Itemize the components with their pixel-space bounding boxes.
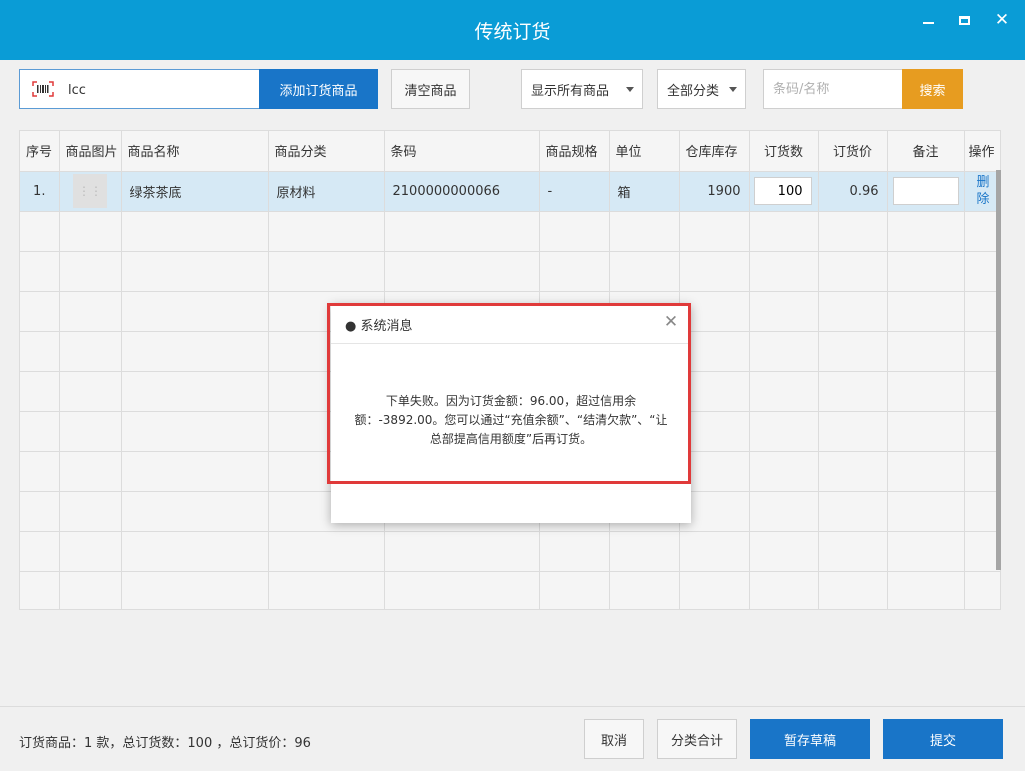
- maximize-button[interactable]: [954, 10, 974, 30]
- chevron-down-icon: [626, 87, 634, 92]
- table-scrollbar[interactable]: [996, 170, 1001, 570]
- row-index: 1.: [20, 171, 60, 212]
- row-qty-cell: [749, 171, 819, 212]
- col-header-spec: 商品规格: [539, 131, 610, 172]
- submit-button[interactable]: 提交: [883, 719, 1003, 759]
- minimize-icon: [922, 22, 934, 24]
- col-header-index: 序号: [20, 131, 60, 172]
- dialog-close-icon[interactable]: ✕: [663, 314, 679, 331]
- search-input[interactable]: [763, 69, 903, 109]
- row-name: 绿茶茶底: [121, 171, 269, 212]
- row-stock: 1900: [679, 171, 750, 212]
- category-filter-select[interactable]: 全部分类: [657, 69, 746, 109]
- row-unit: 箱: [609, 171, 680, 212]
- show-filter-value: 显示所有商品: [531, 83, 610, 99]
- close-window-button[interactable]: ✕: [992, 10, 1012, 30]
- system-message-dialog: ● 系统消息 ✕ 下单失败。因为订货金额：96.00，超过信用余额：-3892.…: [331, 304, 691, 523]
- delete-link[interactable]: 删除: [977, 174, 991, 208]
- table-row: [20, 571, 1000, 609]
- row-image-cell: ⋮⋮: [59, 171, 122, 212]
- col-header-qty: 订货数: [749, 131, 819, 172]
- table-row: [20, 251, 1000, 292]
- table-row: [20, 211, 1000, 252]
- title-bar: 传统订货 ✕: [0, 0, 1025, 60]
- clear-items-button[interactable]: 清空商品: [391, 69, 470, 109]
- order-qty-input[interactable]: [753, 177, 812, 205]
- dialog-message: 下单失败。因为订货金额：96.00，超过信用余额：-3892.00。您可以通过“…: [354, 394, 668, 446]
- table-row: [20, 531, 1000, 572]
- cancel-button[interactable]: 取消: [584, 719, 644, 759]
- dialog-title: ● 系统消息: [345, 319, 413, 334]
- col-header-name: 商品名称: [121, 131, 269, 172]
- barcode-scan-icon: [32, 81, 54, 97]
- row-category: 原材料: [268, 171, 385, 212]
- barcode-scan-box[interactable]: [19, 69, 259, 109]
- save-draft-button[interactable]: 暂存草稿: [750, 719, 870, 759]
- col-header-image: 商品图片: [59, 131, 122, 172]
- col-header-price: 订货价: [818, 131, 888, 172]
- show-filter-select[interactable]: 显示所有商品: [521, 69, 643, 109]
- minimize-button[interactable]: [918, 10, 938, 30]
- category-total-button[interactable]: 分类合计: [657, 719, 737, 759]
- col-header-category: 商品分类: [268, 131, 385, 172]
- row-barcode: 2100000000066: [384, 171, 540, 212]
- footer-bar: 订货商品：1 款，总订货数：100 ，总订货价：96 取消 分类合计 暂存草稿 …: [0, 706, 1025, 771]
- order-summary: 订货商品：1 款，总订货数：100 ，总订货价：96: [19, 736, 311, 751]
- note-input[interactable]: [892, 177, 959, 205]
- table-header-row: 序号 商品图片 商品名称 商品分类 条码 商品规格 单位 仓库库存 订货数 订货…: [20, 131, 1000, 172]
- add-order-item-button[interactable]: 添加订货商品: [259, 69, 378, 109]
- dialog-header: ● 系统消息 ✕: [331, 304, 691, 344]
- window-title: 传统订货: [474, 21, 551, 43]
- col-header-barcode: 条码: [384, 131, 540, 172]
- col-header-note: 备注: [887, 131, 965, 172]
- row-spec: -: [539, 171, 610, 212]
- barcode-scan-input[interactable]: [68, 80, 248, 100]
- category-filter-value: 全部分类: [667, 83, 720, 99]
- maximize-icon: [958, 15, 970, 25]
- product-image-placeholder-icon: ⋮⋮: [73, 174, 107, 208]
- col-header-stock: 仓库库存: [679, 131, 750, 172]
- row-price: 0.96: [818, 171, 888, 212]
- col-header-unit: 单位: [609, 131, 680, 172]
- row-note-cell: [887, 171, 965, 212]
- table-row[interactable]: 1. ⋮⋮ 绿茶茶底 原材料 2100000000066 - 箱 1900 0.…: [20, 171, 1000, 212]
- search-button[interactable]: 搜索: [902, 69, 963, 109]
- col-header-action: 操作: [964, 131, 1000, 172]
- chevron-down-icon: [729, 87, 737, 92]
